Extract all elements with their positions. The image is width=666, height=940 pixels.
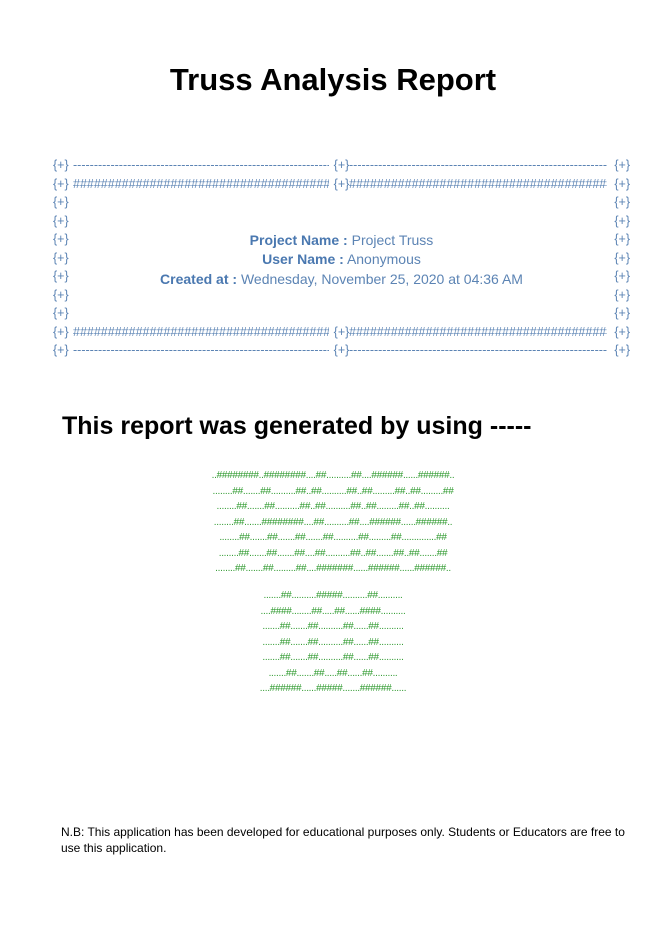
banner-hash-fill: ########################################…	[349, 324, 607, 339]
banner-hash-bottom: {+} ####################################…	[53, 325, 630, 344]
info-banner: {+} ------------------------------------…	[53, 158, 630, 362]
banner-corner: {+}	[614, 176, 630, 191]
ascii-art-line: .......##..........#####..........##....…	[263, 590, 403, 601]
banner-corner: {+}	[614, 324, 630, 339]
banner-dash-fill: ----------------------------------------…	[349, 343, 607, 357]
ascii-art-line: .......##.......##..........##......##..…	[262, 636, 404, 648]
banner-corner: {+}	[53, 306, 69, 320]
banner-corner: {+}	[614, 213, 630, 228]
project-name-label: Project Name :	[249, 232, 348, 248]
banner-hash-fill: ########################################…	[73, 324, 329, 339]
ascii-art-line: ........##.......##.........##....######…	[215, 563, 451, 574]
banner-corner: {+}	[53, 287, 69, 302]
banner-corner: {+}	[53, 213, 69, 228]
ascii-art-line: ........##.......##..........##..##.....…	[216, 501, 450, 512]
banner-corner: {+}	[53, 343, 69, 357]
banner-corner: {+}	[333, 176, 350, 191]
banner-hash-top: {+} ####################################…	[53, 177, 630, 196]
ascii-art-line: .......##.......##.....##......##.......…	[268, 667, 398, 679]
ascii-art-line: ........##.......########....##.........…	[213, 516, 453, 528]
banner-corner: {+}	[53, 324, 69, 339]
banner-dash-fill: ----------------------------------------…	[349, 158, 607, 172]
disclaimer-note: N.B: This application has been developed…	[61, 825, 625, 855]
banner-corner: {+}	[53, 195, 69, 209]
user-name-value: Anonymous	[346, 251, 421, 267]
banner-side-row: {+} {+}	[53, 288, 630, 307]
banner-corner: {+}	[614, 306, 630, 320]
banner-corner: {+}	[614, 158, 630, 172]
banner-side-row: {+} {+}	[53, 306, 630, 325]
report-title: Truss Analysis Report	[169, 62, 497, 97]
ascii-art-line: .......##.......##..........##......##..…	[262, 652, 404, 663]
project-name-value: Project Truss	[351, 232, 434, 248]
ascii-art-line: ........##.......##.......##.......##...…	[219, 532, 447, 543]
ascii-art-line: ........##.......##.......##....##......…	[218, 547, 448, 559]
banner-dash-fill: ----------------------------------------…	[73, 343, 329, 357]
created-at-value: Wednesday, November 25, 2020 at 04:36 AM	[240, 271, 523, 287]
ascii-art-line: ....####........##.....##......####.....…	[260, 605, 406, 617]
banner-corner: {+}	[614, 195, 630, 209]
banner-corner: {+}	[614, 343, 630, 357]
banner-hash-fill: ########################################…	[349, 176, 607, 191]
banner-corner: {+}	[333, 343, 350, 357]
created-at-label: Created at :	[160, 271, 238, 287]
banner-border-top: {+} ------------------------------------…	[53, 158, 630, 177]
user-name-line: User Name : Anonymous	[53, 251, 630, 267]
banner-corner: {+}	[333, 158, 350, 172]
ascii-art-line: ..########..########....##..........##..…	[211, 470, 455, 481]
ascii-art-line: ........##.......##..........##..##.....…	[212, 485, 454, 497]
banner-side-row: {+} {+}	[53, 195, 630, 214]
generator-heading: This report was generated by using -----	[62, 412, 532, 440]
banner-dash-fill: ----------------------------------------…	[73, 158, 329, 172]
banner-corner: {+}	[333, 324, 350, 339]
ascii-art-truss: ..########..########....##..........##..…	[0, 468, 666, 577]
banner-side-row: {+} {+}	[53, 214, 630, 233]
ascii-art-line: .......##.......##..........##......##..…	[262, 621, 404, 632]
banner-border-bottom: {+} ------------------------------------…	[53, 343, 630, 362]
banner-corner: {+}	[53, 176, 69, 191]
banner-corner: {+}	[53, 158, 69, 172]
project-name-line: Project Name : Project Truss	[53, 232, 630, 248]
ascii-art-line: ....######......#####.......######......	[259, 683, 407, 694]
ascii-art-version: .......##..........#####..........##....…	[0, 588, 666, 697]
created-at-line: Created at : Wednesday, November 25, 202…	[53, 271, 630, 287]
user-name-label: User Name :	[262, 251, 344, 267]
banner-corner: {+}	[614, 287, 630, 302]
banner-hash-fill: ########################################…	[73, 176, 329, 191]
